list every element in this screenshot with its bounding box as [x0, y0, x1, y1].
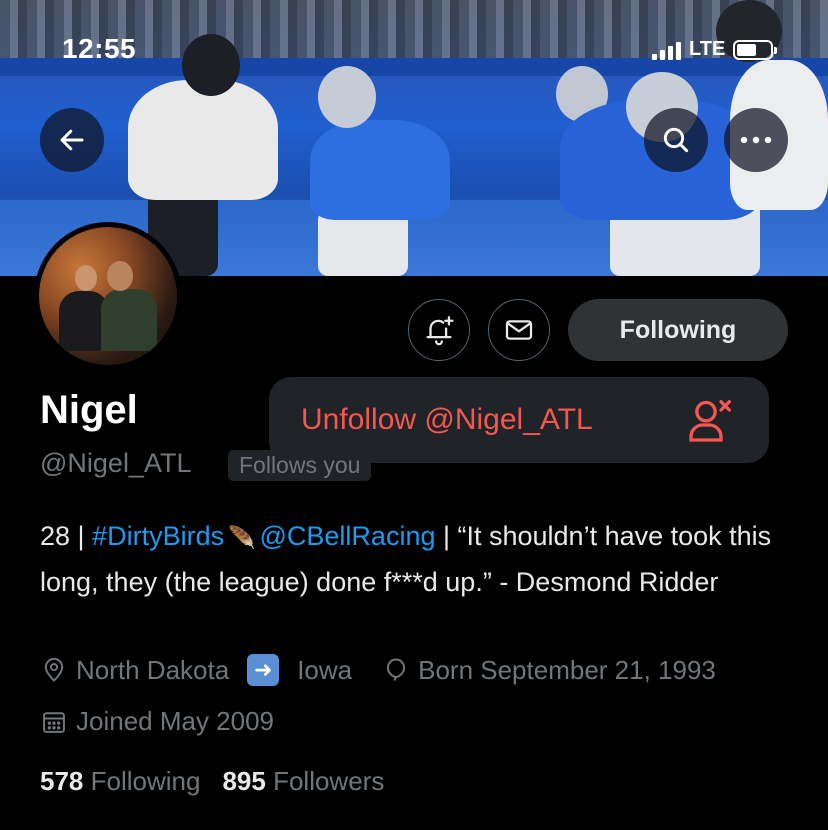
following-count: 578: [40, 766, 84, 796]
battery-icon: [733, 39, 778, 60]
handle: @Nigel_ATL: [40, 448, 192, 478]
follow-counts: 578 Following 895 Followers: [40, 766, 384, 797]
bio: 28 | #DirtyBirds 🪶 @CBellRacing | “It shou…: [40, 514, 800, 604]
falcons-logo-icon: 🪶: [228, 525, 256, 550]
profile-meta-joined: Joined May 2009: [40, 706, 304, 737]
mail-icon: [505, 320, 533, 340]
notifications-button[interactable]: [408, 299, 470, 361]
banner-helmet: [318, 66, 376, 128]
display-name: Nigel: [40, 388, 138, 432]
back-button[interactable]: [40, 108, 104, 172]
avatar[interactable]: [34, 222, 182, 370]
followers-count: 895: [222, 766, 266, 796]
banner-helmet: [182, 34, 240, 96]
arrow-left-icon: [60, 129, 84, 151]
banner-player: [310, 120, 450, 220]
more-button[interactable]: [724, 108, 788, 172]
location-to: Iowa: [297, 654, 353, 685]
status-time: 12:55: [62, 33, 137, 64]
following-label: Following: [90, 766, 201, 796]
balloon-icon: [386, 658, 406, 681]
location-from: North Dakota: [76, 654, 230, 685]
right-arrow-icon: ➜: [247, 654, 280, 686]
bell-plus-icon: [426, 316, 454, 346]
search-button[interactable]: [644, 108, 708, 172]
profile-meta: North Dakota ➜ Iowa Born September 21, 1…: [40, 654, 746, 686]
bio-prefix: 28 |: [40, 521, 93, 551]
unfollow-option[interactable]: Unfollow @Nigel_ATL: [301, 403, 685, 437]
following-button[interactable]: Following: [568, 299, 788, 361]
birthday: Born September 21, 1993: [382, 655, 716, 686]
person-remove-icon[interactable]: [685, 394, 737, 446]
signal-icon: [652, 40, 681, 60]
location-pin-icon: [44, 658, 64, 682]
search-icon: [663, 127, 689, 153]
birthday-text: Born September 21, 1993: [418, 654, 716, 685]
more-horizontal-icon: [740, 136, 772, 144]
message-button[interactable]: [488, 299, 550, 361]
network-label: LTE: [689, 38, 726, 60]
following-count-link[interactable]: 578 Following: [40, 766, 200, 797]
banner-player: [128, 80, 278, 200]
joined-text: Joined May 2009: [76, 706, 275, 736]
bio-mention[interactable]: @CBellRacing: [260, 521, 436, 551]
followers-label: Followers: [273, 766, 385, 796]
calendar-icon: [43, 711, 65, 733]
joined: Joined May 2009: [40, 706, 274, 737]
avatar-photo: [39, 227, 177, 365]
status-indicators: LTE: [652, 38, 778, 61]
follows-you-badge: Follows you: [228, 450, 372, 481]
bio-hashtag[interactable]: #DirtyBirds: [92, 521, 224, 551]
location: North Dakota ➜ Iowa: [40, 654, 352, 686]
followers-count-link[interactable]: 895 Followers: [222, 766, 384, 797]
